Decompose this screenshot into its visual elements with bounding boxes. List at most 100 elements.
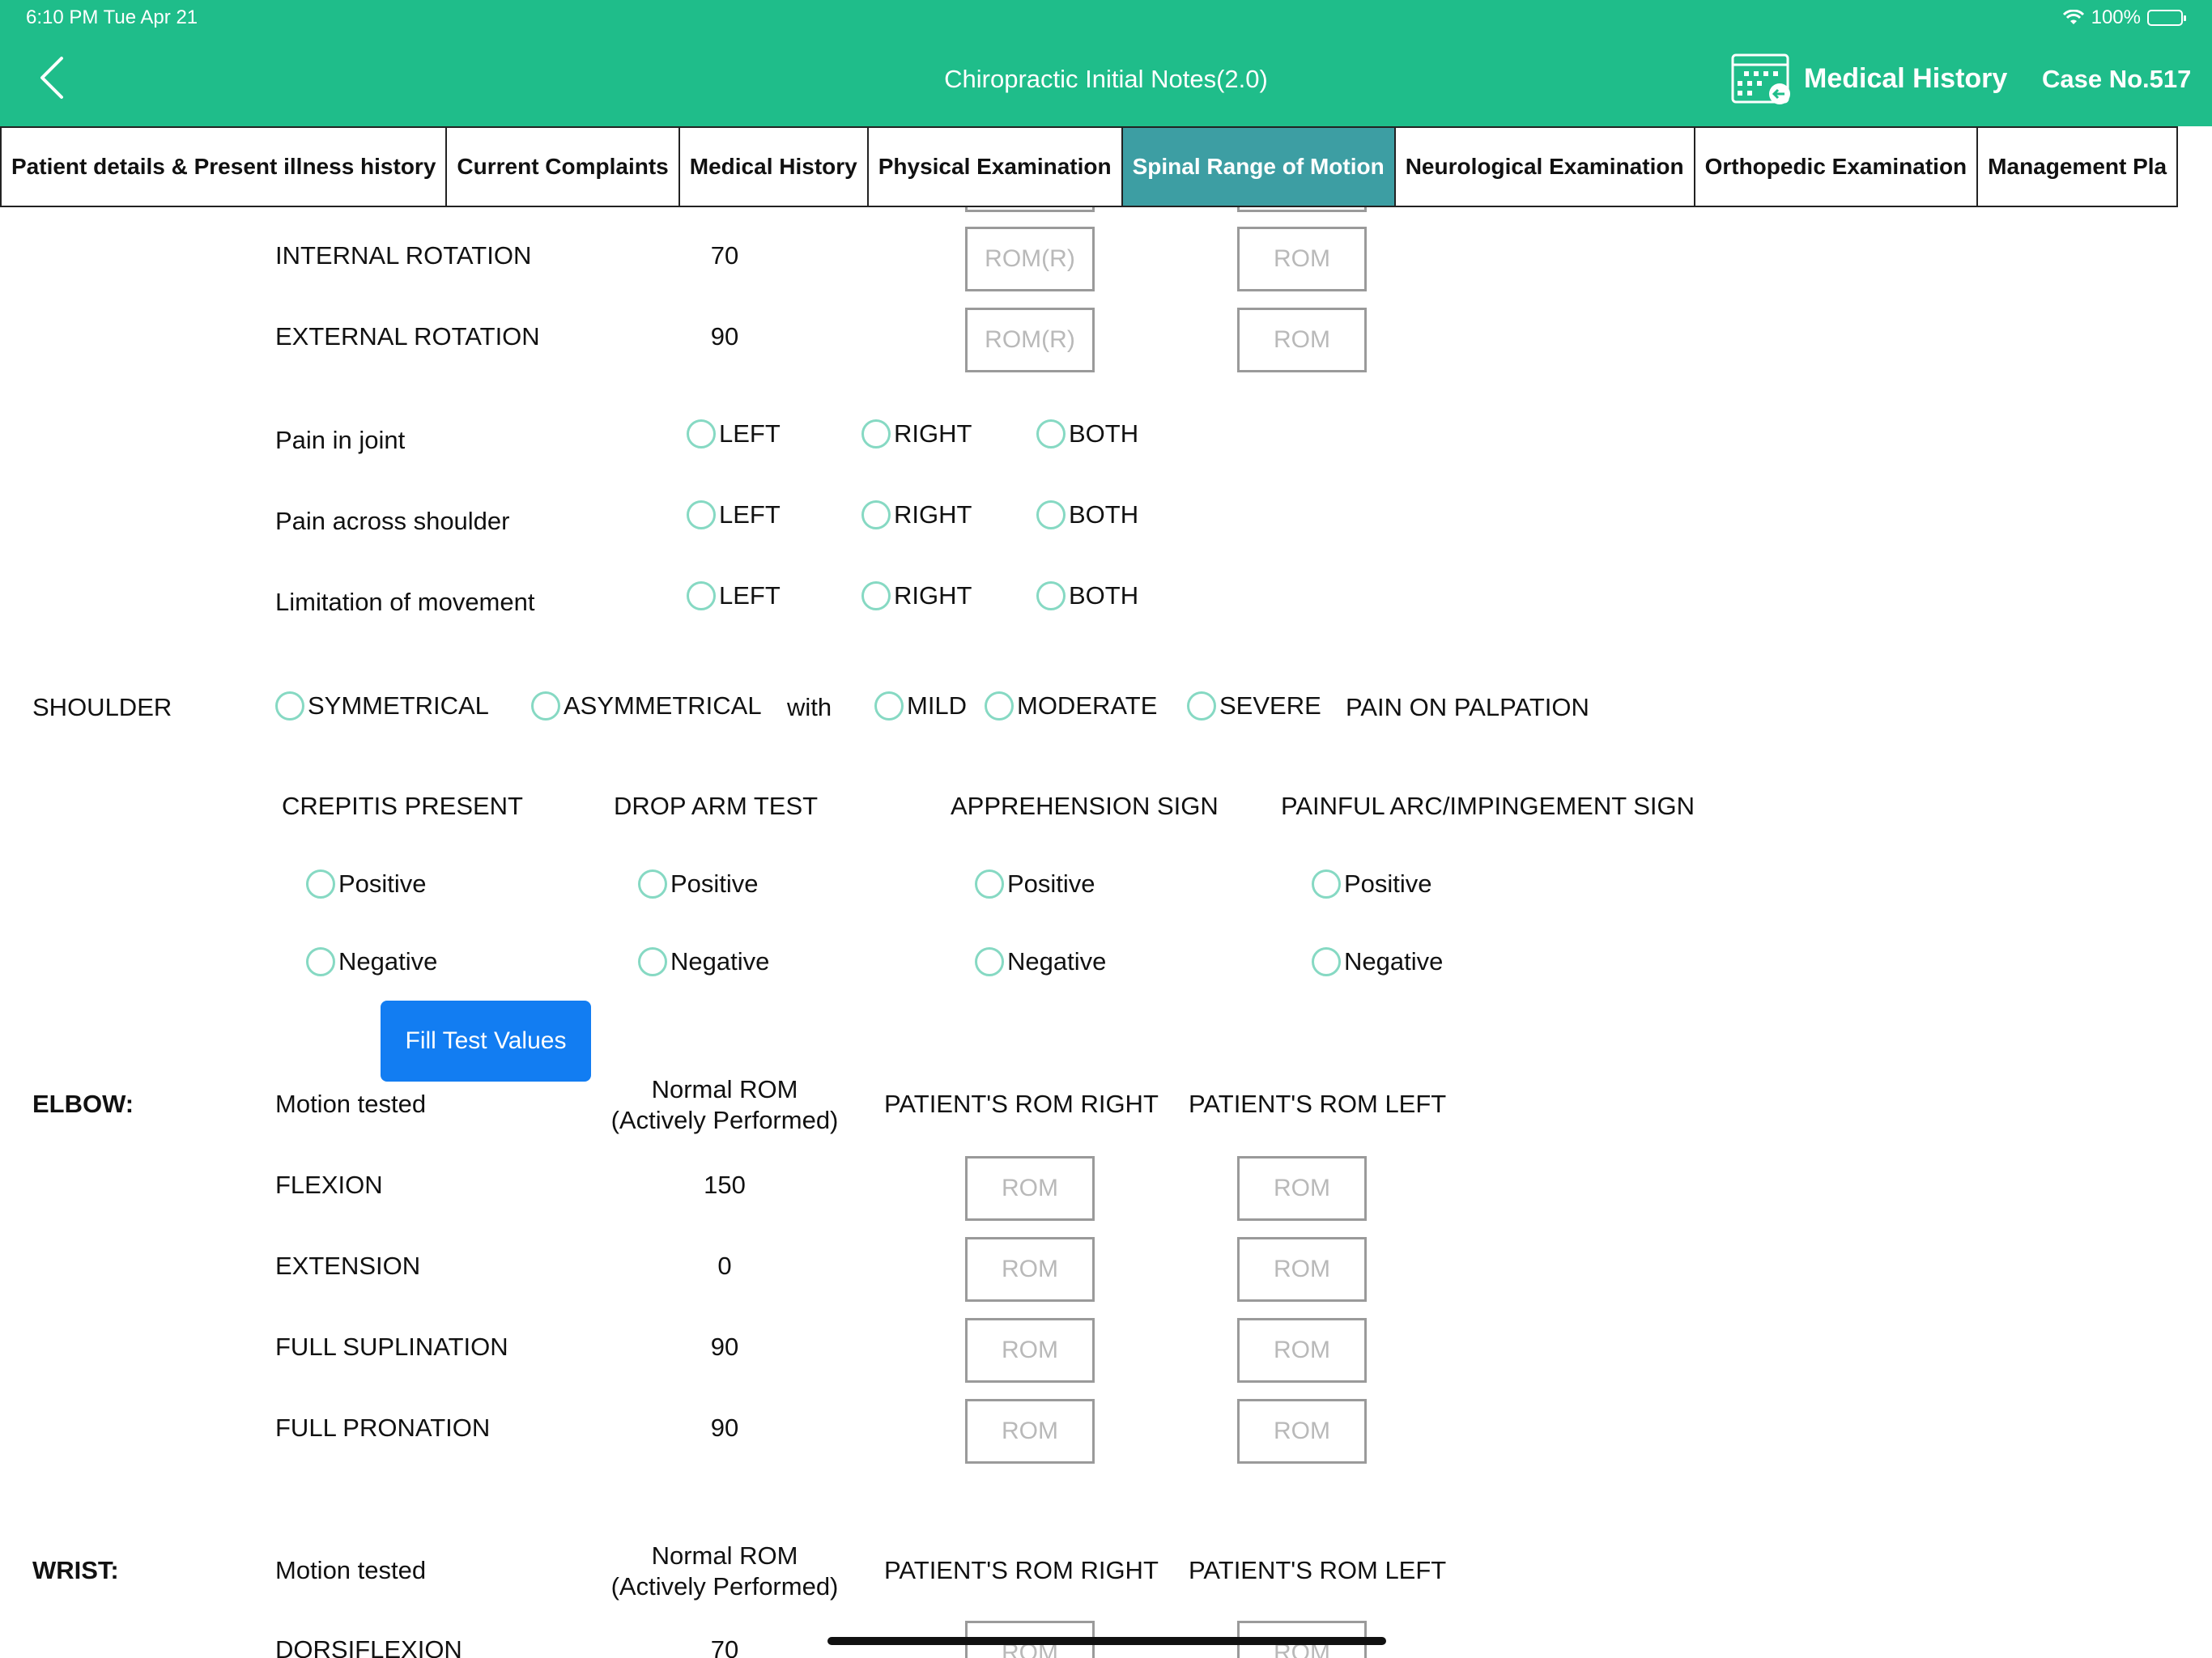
- limitation-both-radio[interactable]: BOTH: [1036, 581, 1138, 610]
- mild-radio[interactable]: MILD: [874, 691, 967, 721]
- tab-management-plan[interactable]: Management Pla: [1976, 126, 2179, 207]
- pain-in-joint-label: Pain in joint: [275, 426, 406, 454]
- tab-patient-details[interactable]: Patient details & Present illness histor…: [0, 126, 448, 207]
- rom-right-input[interactable]: [965, 1156, 1095, 1221]
- crepitis-positive-radio[interactable]: Positive: [306, 869, 427, 899]
- drop-arm-positive-radio[interactable]: Positive: [638, 869, 759, 899]
- status-time: 6:10 PM Tue Apr 21: [26, 6, 198, 28]
- shoulder-label: SHOULDER: [32, 693, 172, 721]
- apprehension-negative-radio[interactable]: Negative: [975, 947, 1106, 976]
- symmetrical-radio[interactable]: SYMMETRICAL: [275, 691, 489, 721]
- painful-arc-positive-radio[interactable]: Positive: [1312, 869, 1432, 899]
- col-rom-right: PATIENT'S ROM RIGHT: [884, 1090, 1159, 1118]
- tab-current-complaints[interactable]: Current Complaints: [445, 126, 680, 207]
- home-indicator[interactable]: [827, 1637, 1386, 1645]
- limitation-of-movement-label: Limitation of movement: [275, 588, 535, 616]
- drop-arm-test-label: DROP ARM TEST: [614, 792, 819, 820]
- rom-left-input[interactable]: [1237, 1399, 1367, 1464]
- pain-joint-both-radio[interactable]: BOTH: [1036, 419, 1138, 449]
- radio-circle-icon: [687, 500, 716, 529]
- col-rom-right: PATIENT'S ROM RIGHT: [884, 1556, 1159, 1584]
- radio-circle-icon: [687, 419, 716, 449]
- radio-circle-icon: [275, 691, 304, 721]
- chevron-left-icon: [40, 57, 63, 99]
- motion-label: FLEXION: [275, 1171, 383, 1199]
- radio-circle-icon: [1312, 947, 1341, 976]
- normal-rom-value: 70: [710, 1635, 739, 1658]
- motion-label: EXTERNAL ROTATION: [275, 322, 540, 351]
- wrist-section-label: WRIST:: [32, 1556, 119, 1584]
- moderate-radio[interactable]: MODERATE: [985, 691, 1157, 721]
- fill-test-values-button[interactable]: Fill Test Values: [381, 1001, 591, 1082]
- radio-circle-icon: [1312, 869, 1341, 899]
- normal-rom-value: 90: [710, 322, 739, 351]
- rom-left-input[interactable]: [1237, 1318, 1367, 1383]
- col-normal-rom: Normal ROM: [651, 1541, 798, 1570]
- radio-circle-icon: [638, 869, 667, 899]
- rom-right-input[interactable]: [965, 1399, 1095, 1464]
- tab-physical-examination[interactable]: Physical Examination: [866, 126, 1123, 207]
- drop-arm-negative-radio[interactable]: Negative: [638, 947, 769, 976]
- tab-spinal-range-of-motion[interactable]: Spinal Range of Motion: [1121, 126, 1396, 207]
- pain-shoulder-left-radio[interactable]: LEFT: [687, 500, 781, 529]
- crepitis-negative-radio[interactable]: Negative: [306, 947, 437, 976]
- rom-right-input[interactable]: [965, 1318, 1095, 1383]
- pain-shoulder-right-radio[interactable]: RIGHT: [861, 500, 972, 529]
- normal-rom-value: 70: [710, 241, 739, 270]
- col-rom-left: PATIENT'S ROM LEFT: [1189, 1556, 1447, 1584]
- painful-arc-negative-radio[interactable]: Negative: [1312, 947, 1443, 976]
- col-motion-tested: Motion tested: [275, 1556, 427, 1584]
- motion-label: INTERNAL ROTATION: [275, 241, 532, 270]
- radio-circle-icon: [975, 947, 1004, 976]
- normal-rom-value: 90: [710, 1414, 739, 1442]
- col-rom-left: PATIENT'S ROM LEFT: [1189, 1090, 1447, 1118]
- radio-circle-icon: [687, 581, 716, 610]
- crepitis-present-label: CREPITIS PRESENT: [282, 792, 523, 820]
- normal-rom-value: 0: [717, 1252, 732, 1280]
- radio-circle-icon: [306, 947, 335, 976]
- medical-history-button[interactable]: Medical History: [1729, 50, 2007, 107]
- severe-radio[interactable]: SEVERE: [1187, 691, 1321, 721]
- col-normal-rom: Normal ROM: [651, 1075, 798, 1103]
- elbow-section-label: ELBOW:: [32, 1090, 134, 1118]
- pain-joint-left-radio[interactable]: LEFT: [687, 419, 781, 449]
- tab-neurological-examination[interactable]: Neurological Examination: [1393, 126, 1695, 207]
- rom-left-input[interactable]: [1237, 227, 1367, 291]
- pain-shoulder-both-radio[interactable]: BOTH: [1036, 500, 1138, 529]
- radio-circle-icon: [861, 419, 891, 449]
- tab-medical-history[interactable]: Medical History: [678, 126, 869, 207]
- rom-left-input[interactable]: [1237, 308, 1367, 372]
- wifi-icon: [2062, 10, 2085, 26]
- rom-left-input[interactable]: [1237, 1237, 1367, 1302]
- radio-circle-icon: [861, 500, 891, 529]
- pain-across-shoulder-label: Pain across shoulder: [275, 507, 510, 535]
- rom-left-input[interactable]: [1237, 1156, 1367, 1221]
- radio-circle-icon: [1036, 581, 1066, 610]
- rom-input-clipped: [1237, 207, 1367, 212]
- radio-circle-icon: [861, 581, 891, 610]
- apprehension-positive-radio[interactable]: Positive: [975, 869, 1095, 899]
- pain-joint-right-radio[interactable]: RIGHT: [861, 419, 972, 449]
- asymmetrical-radio[interactable]: ASYMMETRICAL: [531, 691, 762, 721]
- motion-label: EXTENSION: [275, 1252, 421, 1280]
- rom-right-input[interactable]: [965, 1237, 1095, 1302]
- rom-right-input[interactable]: [965, 308, 1095, 372]
- normal-rom-value: 150: [704, 1171, 746, 1199]
- back-button[interactable]: [36, 55, 68, 100]
- radio-circle-icon: [874, 691, 904, 721]
- case-number: Case No.517: [2042, 65, 2192, 93]
- tab-orthopedic-examination[interactable]: Orthopedic Examination: [1693, 126, 1979, 207]
- normal-rom-value: 90: [710, 1333, 739, 1361]
- rom-right-input[interactable]: [965, 227, 1095, 291]
- radio-circle-icon: [1036, 419, 1066, 449]
- with-label: with: [787, 693, 832, 721]
- limitation-right-radio[interactable]: RIGHT: [861, 581, 972, 610]
- apprehension-sign-label: APPREHENSION SIGN: [951, 792, 1219, 820]
- motion-label: FULL PRONATION: [275, 1414, 491, 1442]
- col-motion-tested: Motion tested: [275, 1090, 427, 1118]
- battery-icon: [2147, 10, 2186, 26]
- form-content[interactable]: INTERNAL ROTATION 70 EXTERNAL ROTATION 9…: [0, 207, 2212, 1658]
- limitation-left-radio[interactable]: LEFT: [687, 581, 781, 610]
- radio-circle-icon: [975, 869, 1004, 899]
- radio-circle-icon: [985, 691, 1014, 721]
